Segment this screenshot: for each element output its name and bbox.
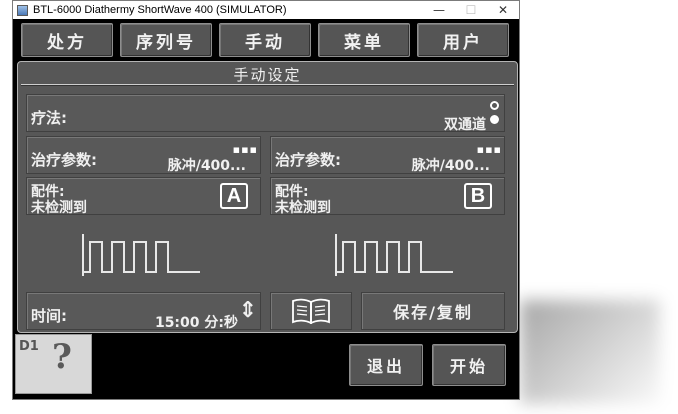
channel-b-params-label: 治疗参数: — [275, 151, 341, 169]
app-icon — [17, 4, 28, 16]
window-title: BTL-6000 Diathermy ShortWave 400 (SIMULA… — [33, 4, 287, 16]
window-drop-shadow — [520, 300, 660, 404]
radio-dual-icon[interactable] — [490, 115, 499, 124]
radio-single-icon[interactable] — [490, 101, 499, 110]
help-code: D1 — [19, 339, 39, 354]
channel-b-accessory-box: 配件: 未检测到 B — [270, 177, 505, 216]
time-label: 时间: — [31, 307, 67, 325]
channel-a-params-label: 治疗参数: — [31, 151, 97, 169]
menu-menu-button[interactable]: 菜单 — [318, 23, 410, 57]
maximize-button[interactable]: ☐ — [455, 3, 487, 17]
menu-manual-button[interactable]: 手动 — [219, 23, 311, 57]
therapy-value: 双通道 — [444, 117, 486, 133]
manual-book-button[interactable] — [270, 292, 352, 330]
channel-a-accessory-box: 配件: 未检测到 A — [26, 177, 261, 216]
channel-b-more-icon: ▪▪▪ — [476, 143, 502, 156]
channel-b-params-box[interactable]: 治疗参数: 脉冲/400... ▪▪▪ — [270, 136, 505, 174]
channel-a-more-icon: ▪▪▪ — [232, 143, 258, 156]
channel-b-pulse-waveform-icon — [335, 234, 453, 276]
title-bar: BTL-6000 Diathermy ShortWave 400 (SIMULA… — [13, 1, 519, 19]
save-copy-button[interactable]: 保存/复制 — [361, 292, 505, 330]
channel-a-pulse-waveform-icon — [82, 234, 200, 276]
therapy-label: 疗法: — [31, 109, 67, 127]
question-mark-icon: ? — [52, 337, 72, 377]
app-window: BTL-6000 Diathermy ShortWave 400 (SIMULA… — [12, 0, 520, 400]
time-stepper-icon[interactable]: ⇕ — [239, 298, 257, 323]
channel-a-params-box[interactable]: 治疗参数: 脉冲/400... ▪▪▪ — [26, 136, 261, 174]
channel-a-letter-icon: A — [220, 183, 248, 209]
minimize-button[interactable]: — — [423, 3, 455, 17]
time-box[interactable]: 时间: 15:00 分:秒 ⇕ — [26, 292, 261, 331]
channel-b-params-value: 脉冲/400... — [411, 158, 490, 174]
menu-sequence-button[interactable]: 序列号 — [120, 23, 212, 57]
menu-user-button[interactable]: 用户 — [417, 23, 509, 57]
menu-prescription-button[interactable]: 处方 — [21, 23, 113, 57]
exit-button[interactable]: 退出 — [349, 344, 423, 386]
save-copy-label: 保存/复制 — [393, 303, 473, 322]
channel-b-accessory-status: 未检测到 — [275, 200, 331, 216]
panel-divider — [21, 84, 514, 86]
channel-a-params-value: 脉冲/400... — [167, 158, 246, 174]
close-button[interactable]: ✕ — [487, 3, 519, 17]
therapy-box[interactable]: 疗法: 双通道 — [26, 94, 505, 133]
book-icon — [292, 298, 330, 324]
channel-b-letter-icon: B — [464, 183, 492, 209]
panel-title: 手动设定 — [233, 66, 302, 84]
manual-settings-panel: 手动设定 疗法: 双通道 治疗参数: 脉冲/400... ▪▪▪ 治疗参数: 脉… — [17, 61, 518, 333]
channel-a-accessory-status: 未检测到 — [31, 200, 87, 216]
time-value: 15:00 分:秒 — [154, 315, 238, 331]
start-button[interactable]: 开始 — [432, 344, 506, 386]
help-tile[interactable]: D1 ? — [15, 334, 92, 394]
